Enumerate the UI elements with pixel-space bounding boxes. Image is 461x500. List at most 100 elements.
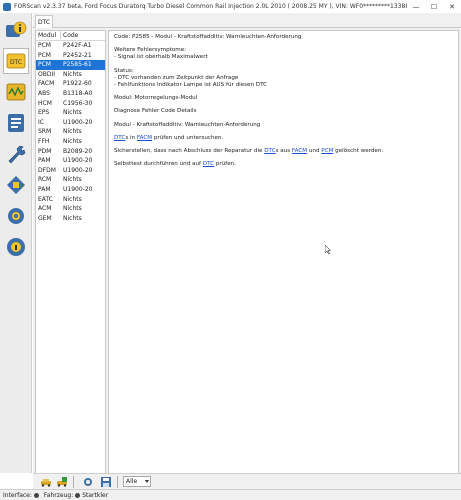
list-body: PCM P242F-A1 PCM P2452-21 PCM P2585-61 OBDII Ni… — [36, 41, 105, 223]
status-interface: Interface: — [3, 492, 41, 499]
main-area: DTC Modul Code PCM P242F-A1 PCM P2452-21 PCM… — [33, 13, 461, 476]
dtc-link[interactable]: DTC — [264, 148, 275, 154]
sidebar-item-oscilloscope[interactable] — [3, 79, 29, 105]
sidebar-item-config[interactable] — [3, 172, 29, 198]
save-button[interactable] — [99, 476, 113, 488]
pcm-link[interactable]: PCM — [321, 148, 333, 154]
list-item-code: Nichts — [63, 176, 82, 184]
column-header-module[interactable]: Modul — [36, 31, 61, 40]
save-icon — [101, 477, 111, 487]
list-item[interactable]: PDM B2089-20 — [36, 147, 105, 157]
list-item-code: Nichts — [63, 214, 82, 222]
bottom-toolbar: Alle — [33, 473, 461, 489]
detail-step-2: Sicherstellen, dass nach Abschluss der R… — [114, 148, 384, 155]
list-item[interactable]: OBDII Nichts — [36, 70, 105, 80]
list-item[interactable]: EPS Nichts — [36, 108, 105, 118]
sidebar: DTC — [0, 13, 32, 473]
close-button[interactable]: ✕ — [443, 0, 461, 13]
list-item-module: IC — [38, 118, 44, 126]
checklist-icon — [8, 114, 24, 132]
app-icon — [3, 2, 11, 11]
car-read-icon — [41, 479, 51, 487]
list-item[interactable]: PCM P2585-61 — [36, 60, 105, 70]
sidebar-item-info[interactable] — [3, 17, 29, 43]
status-bar: Interface: Fahrzeug: Startkler — [0, 489, 461, 500]
sidebar-item-dtc[interactable]: DTC — [3, 48, 29, 74]
list-item-code: Nichts — [63, 205, 82, 213]
refresh-icon — [84, 478, 92, 486]
list-item-code: U1900-20 — [63, 157, 93, 165]
list-item[interactable]: HCM C1956-30 — [36, 99, 105, 109]
list-item-code: U1900-20 — [63, 185, 93, 193]
list-header: Modul Code — [36, 31, 105, 41]
list-item[interactable]: FFH Nichts — [36, 137, 105, 147]
detail-symptom: - Signal ist oberhalb Maximalwert — [114, 54, 208, 61]
list-item-code: B2089-20 — [63, 147, 93, 155]
list-item[interactable]: DFDM U1900-20 — [36, 166, 105, 176]
interface-status-icon — [33, 492, 39, 498]
list-item[interactable]: ACM Nichts — [36, 204, 105, 214]
list-item-code: P2585-61 — [63, 61, 92, 69]
maximize-button[interactable]: ☐ — [425, 0, 443, 13]
minimize-button[interactable]: — — [407, 0, 425, 13]
detail-module: Modul: Motorregelungs-Modul — [114, 95, 198, 102]
svg-text:DTC: DTC — [10, 59, 22, 66]
list-item-code: U1900-20 — [63, 166, 93, 174]
tab-bar: DTC — [33, 13, 461, 28]
list-item-module: FACM — [38, 80, 55, 88]
toolbar-separator — [73, 476, 74, 488]
gear-icon — [8, 208, 24, 224]
list-item-module: RCM — [38, 176, 52, 184]
list-item[interactable]: RCM Nichts — [36, 175, 105, 185]
facm-link[interactable]: FACM — [292, 148, 307, 154]
mouse-cursor-icon — [325, 245, 331, 254]
list-item-code: B1318-A0 — [63, 89, 93, 97]
window-title: FORScan v2.3.37 beta, Ford Focus Durator… — [14, 3, 407, 10]
list-item-module: PCM — [38, 51, 51, 59]
filter-select[interactable]: Alle — [123, 476, 151, 487]
list-item-module: PCM — [38, 61, 51, 69]
sidebar-item-service[interactable] — [3, 141, 29, 167]
list-item[interactable]: PCM P2452-21 — [36, 51, 105, 61]
list-item-code: Nichts — [63, 137, 82, 145]
clear-dtc-button[interactable] — [55, 476, 69, 488]
list-item[interactable]: PCM P242F-A1 — [36, 41, 105, 51]
column-header-code[interactable]: Code — [61, 31, 78, 40]
detail-status-line: - Fehlfunktions Indikator Lampe ist AUS … — [114, 82, 268, 89]
refresh-button[interactable] — [81, 476, 95, 488]
read-dtc-button[interactable] — [39, 476, 53, 488]
list-item-module: HCM — [38, 99, 52, 107]
vehicle-status-icon — [75, 492, 81, 498]
detail-step-3: Selbsttest durchführen und auf DTC prüfe… — [114, 161, 236, 168]
list-item[interactable]: PAM U1900-20 — [36, 156, 105, 166]
dtc-link[interactable]: DTC — [114, 135, 125, 141]
list-item-code: P1922-60 — [63, 80, 92, 88]
list-item-module: SRM — [38, 128, 52, 136]
list-item-module: PDM — [38, 147, 52, 155]
sidebar-item-settings[interactable] — [3, 203, 29, 229]
status-starter-label: Startkler — [82, 491, 109, 499]
list-item[interactable]: ABS B1318-A0 — [36, 89, 105, 99]
list-item-code: P2452-21 — [63, 51, 92, 59]
list-item-module: EPS — [38, 109, 50, 117]
tab-dtc[interactable]: DTC — [35, 15, 53, 28]
list-item-module: DFDM — [38, 166, 56, 174]
help-icon — [7, 238, 25, 256]
list-item[interactable]: PAM U1900-20 — [36, 185, 105, 195]
toolbar-separator — [117, 476, 118, 488]
list-item[interactable]: GEM Nichts — [36, 214, 105, 224]
list-item[interactable]: FACM P1922-60 — [36, 79, 105, 89]
facm-link[interactable]: FACM — [137, 135, 152, 141]
sidebar-item-help[interactable] — [3, 234, 29, 260]
sidebar-item-checklist[interactable] — [3, 110, 29, 136]
list-item-module: PAM — [38, 185, 51, 193]
detail-code-title: Code: P2585 - Modul - Kraftstoffadditiv:… — [114, 34, 302, 40]
list-item-module: OBDII — [38, 70, 55, 78]
list-item[interactable]: IC U1900-20 — [36, 118, 105, 128]
list-item[interactable]: SRM Nichts — [36, 127, 105, 137]
dtc-link[interactable]: DTC — [203, 161, 214, 167]
list-item-code: U1900-20 — [63, 118, 93, 126]
filter-select-value: Alle — [126, 478, 138, 485]
list-item[interactable]: EATC Nichts — [36, 195, 105, 205]
chevron-down-icon — [145, 480, 149, 483]
